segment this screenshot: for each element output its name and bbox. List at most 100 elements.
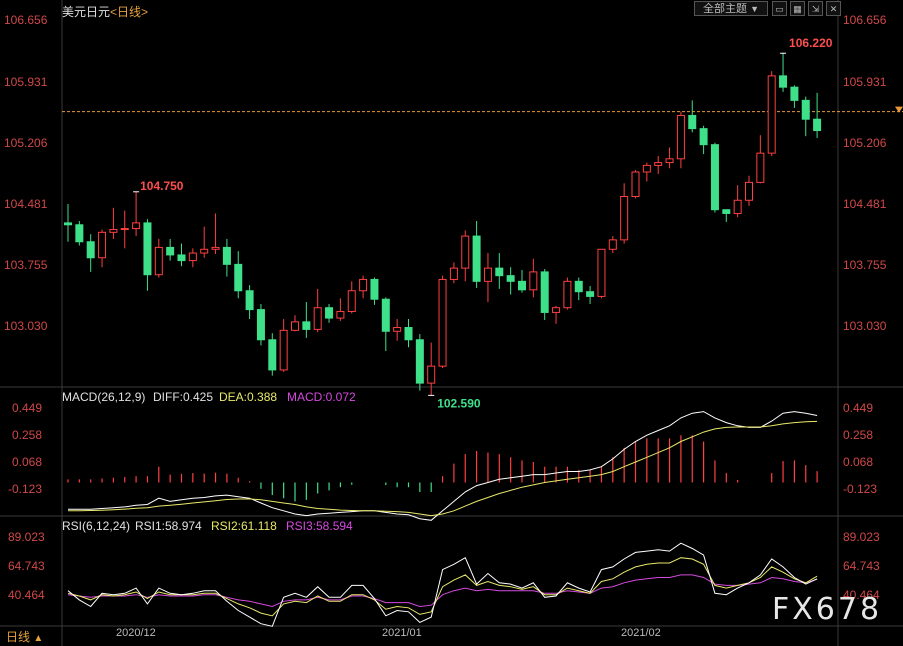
- period-switch[interactable]: 日线 ▲: [6, 628, 43, 645]
- candle-body: [767, 75, 776, 154]
- rsi-tick-left: 89.023: [8, 530, 45, 544]
- theme-select-label: 全部主题: [703, 3, 747, 15]
- chart-canvas[interactable]: 106.220 102.590 104.750: [0, 0, 903, 646]
- current-price-marker: [895, 106, 903, 113]
- candle-body: [699, 128, 708, 146]
- candle-body: [415, 339, 424, 384]
- rsi-tick-left: 64.743: [8, 559, 45, 573]
- y-tick-left: 105.931: [4, 75, 48, 89]
- candle-body: [143, 222, 152, 276]
- candle-body: [302, 321, 311, 330]
- macd-tick-right: 0.068: [843, 455, 874, 469]
- candle-body: [256, 309, 265, 341]
- period-switch-label: 日线: [6, 630, 31, 644]
- y-tick-right: 103.755: [843, 258, 887, 272]
- candle-body: [540, 271, 549, 313]
- candle-body: [98, 231, 107, 259]
- macd-tick-right: -0.123: [843, 482, 878, 496]
- candle-body: [801, 99, 810, 120]
- rsi-rsi3-line: [67, 574, 818, 608]
- rsi-rsi2-line: [67, 557, 818, 617]
- period-tag[interactable]: <日线>: [110, 3, 148, 20]
- chevron-up-icon: ▲: [33, 633, 44, 644]
- candle-body: [620, 196, 629, 241]
- macd-diff-label: DIFF:0.425: [153, 390, 214, 404]
- candle-body: [790, 86, 799, 101]
- macd-tick-left: 0.449: [12, 401, 43, 415]
- candle-body: [665, 158, 674, 164]
- rsi-tick-left: 40.464: [8, 588, 45, 602]
- export-button[interactable]: ⇲: [808, 1, 823, 16]
- candle-body: [586, 291, 595, 297]
- candle-body: [188, 252, 197, 262]
- symbol-title: 美元日元: [62, 5, 111, 19]
- candle-body: [211, 246, 220, 250]
- minimize-button[interactable]: ▭: [772, 1, 787, 16]
- candle-body: [291, 321, 299, 331]
- macd-tick-right: 0.449: [843, 401, 874, 415]
- forex-chart-window: 106.220 102.590 104.750 美元日元 <日线> 全部主题 ▼ ▭…: [0, 0, 903, 646]
- candle-body: [177, 254, 186, 262]
- rsi-tick-right: 89.023: [843, 530, 880, 544]
- macd-tick-left: 0.068: [12, 455, 43, 469]
- rsi3-label: RSI3:58.594: [286, 519, 353, 533]
- candle-body: [359, 278, 368, 292]
- x-tick-date: 2020/12: [116, 627, 156, 639]
- candle-body: [518, 280, 526, 291]
- candle-body: [654, 162, 663, 166]
- y-tick-right: 103.030: [843, 319, 887, 333]
- candle-body: [166, 246, 175, 256]
- candle-body: [132, 222, 141, 230]
- candle-body: [563, 280, 572, 309]
- candle-body: [483, 267, 492, 282]
- candle-body: [245, 290, 254, 311]
- theme-select[interactable]: 全部主题 ▼: [694, 1, 768, 16]
- candle-body: [279, 329, 288, 371]
- macd-tick-left: 0.258: [12, 428, 43, 442]
- candle-body: [438, 278, 447, 367]
- y-tick-left: 103.030: [4, 319, 48, 333]
- candle-body: [268, 339, 277, 371]
- extreme-price-label: 102.590: [437, 396, 481, 410]
- macd-dea-line: [68, 420, 818, 517]
- candle-body: [779, 75, 788, 88]
- y-tick-right: 105.206: [843, 136, 887, 150]
- candle-body: [608, 239, 617, 250]
- candle-body: [336, 310, 345, 319]
- candle-body: [370, 278, 379, 300]
- candle-body: [631, 171, 640, 197]
- candle-body: [222, 246, 231, 265]
- candle-body: [813, 118, 822, 132]
- candle-body: [472, 235, 481, 282]
- candle-body: [109, 228, 118, 233]
- candle-body: [461, 235, 470, 269]
- y-tick-left: 103.755: [4, 258, 48, 272]
- candle-body: [552, 307, 561, 313]
- close-button[interactable]: ✕: [826, 1, 841, 16]
- candle-body: [676, 114, 685, 160]
- close-icon: ✕: [829, 4, 838, 14]
- rsi-rsi1-line: [67, 542, 818, 627]
- candle-body: [495, 267, 504, 277]
- grid-button[interactable]: ▦: [790, 1, 805, 16]
- candle-body: [574, 280, 583, 293]
- candle-body: [325, 307, 334, 319]
- minimize-icon: ▭: [775, 4, 784, 14]
- y-tick-left: 104.481: [4, 197, 48, 211]
- rsi2-label: RSI2:61.118: [211, 519, 277, 533]
- candle-body: [756, 152, 765, 183]
- candle-body: [200, 248, 209, 254]
- chevron-down-icon: ▼: [750, 4, 759, 14]
- y-tick-right: 106.656: [843, 13, 887, 27]
- y-tick-right: 104.481: [843, 197, 887, 211]
- candle-body: [733, 199, 742, 214]
- candle-body: [313, 307, 322, 330]
- candle-body: [86, 241, 95, 259]
- candle-body: [120, 228, 129, 231]
- candle-body: [393, 327, 402, 332]
- rsi-title: RSI(6,12,24): [62, 519, 131, 533]
- macd-value-label: MACD:0.072: [287, 390, 356, 404]
- candle-body: [404, 327, 413, 341]
- rsi1-label: RSI1:58.974: [135, 519, 202, 533]
- x-tick-date: 2021/01: [382, 627, 422, 639]
